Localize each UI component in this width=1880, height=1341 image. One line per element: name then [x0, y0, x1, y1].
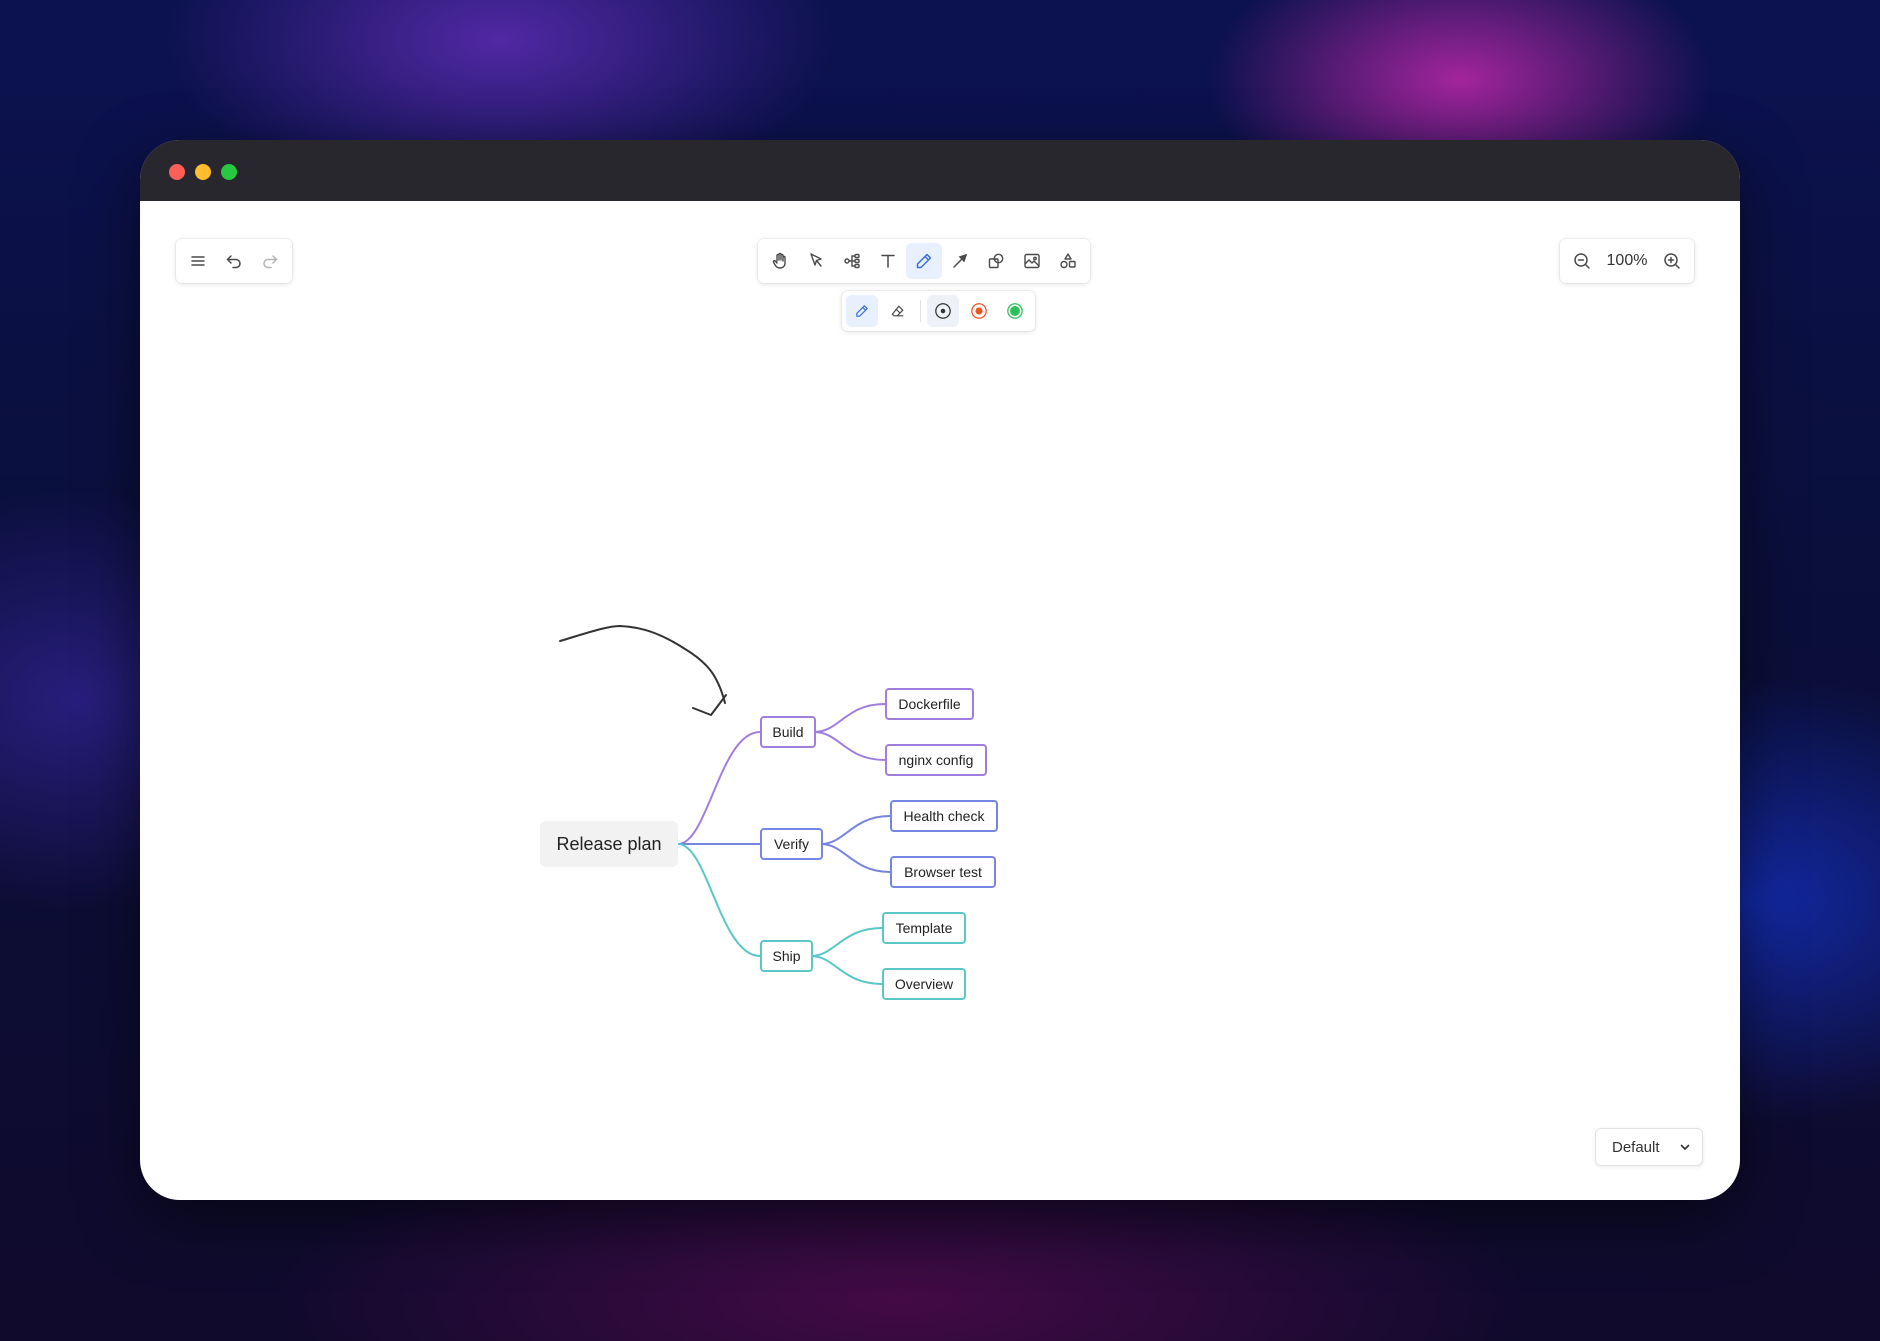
connector-browser	[820, 843, 891, 873]
branch-node-build[interactable]: Build	[760, 716, 816, 748]
freehand-stroke[interactable]	[559, 625, 727, 716]
leaf-node-overview[interactable]: Overview	[882, 968, 966, 1000]
theme-select-value: Default	[1612, 1138, 1660, 1156]
connector-health	[820, 815, 891, 845]
leaf-node-browser-test[interactable]: Browser test	[890, 856, 996, 888]
mindmap-root-node[interactable]: Release plan	[540, 821, 678, 867]
connector-ship	[677, 843, 761, 957]
connector-nginx	[813, 731, 886, 761]
branch-node-verify[interactable]: Verify	[760, 828, 823, 860]
minimize-window-button[interactable]	[195, 164, 211, 180]
close-window-button[interactable]	[169, 164, 185, 180]
chevron-down-icon	[1680, 1144, 1690, 1150]
leaf-node-nginx-config[interactable]: nginx config	[885, 744, 987, 776]
board-canvas[interactable]: 100% Release plan Build Verify Ship Dock…	[140, 201, 1740, 1200]
connector-template	[810, 927, 883, 957]
leaf-node-template[interactable]: Template	[882, 912, 966, 944]
leaf-node-health-check[interactable]: Health check	[890, 800, 998, 832]
theme-select[interactable]: Default	[1595, 1128, 1703, 1166]
leaf-node-dockerfile[interactable]: Dockerfile	[885, 688, 974, 720]
app-window: 100% Release plan Build Verify Ship Dock…	[140, 140, 1740, 1200]
title-bar	[140, 140, 1740, 201]
connector-build	[677, 731, 761, 845]
connector-dockerfile	[813, 703, 886, 733]
connector-overview	[810, 955, 883, 985]
maximize-window-button[interactable]	[221, 164, 237, 180]
branch-node-ship[interactable]: Ship	[760, 940, 813, 972]
